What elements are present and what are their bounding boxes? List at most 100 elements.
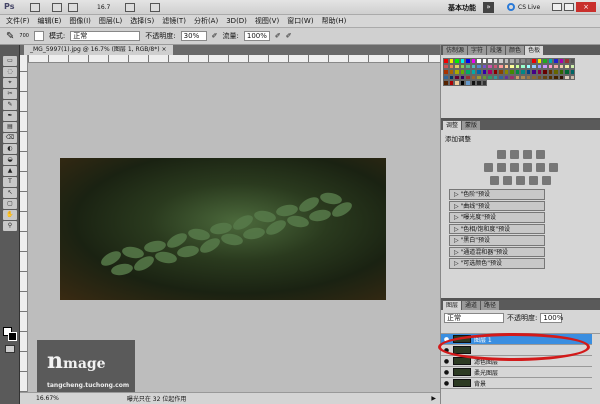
gradient-map-icon[interactable]	[529, 176, 538, 185]
tool-button[interactable]: ⌖	[3, 78, 17, 88]
panel-tab[interactable]: 仿制源	[443, 46, 468, 55]
quick-mask-icon[interactable]	[5, 345, 15, 353]
exposure-icon[interactable]	[535, 150, 545, 159]
screen-mode-icon[interactable]	[150, 3, 160, 12]
panel-tab[interactable]: 调整	[443, 121, 462, 130]
visibility-eye-icon[interactable]: ●	[443, 358, 450, 365]
preset-item[interactable]: ▷ "色阶"预设	[449, 189, 545, 200]
status-arrow-icon[interactable]: ▶	[431, 395, 436, 402]
tool-button[interactable]: ▢	[3, 199, 17, 209]
blend-mode-select[interactable]: 正常	[444, 313, 504, 323]
zoom-level-dropdown[interactable]: 16.7	[97, 4, 110, 11]
document-canvas-image[interactable]	[60, 158, 386, 300]
tool-button[interactable]: ✋	[3, 210, 17, 220]
menu-item[interactable]: 分析(A)	[194, 16, 218, 26]
brush-tool-icon[interactable]: ✎	[6, 31, 14, 42]
tool-button[interactable]: ◌	[3, 67, 17, 77]
arrange-documents-icon[interactable]	[125, 3, 135, 12]
tool-button[interactable]: ◒	[3, 155, 17, 165]
invert-icon[interactable]	[490, 176, 499, 185]
menu-item[interactable]: 视图(V)	[255, 16, 279, 26]
layer-row[interactable]: ● 背景	[441, 378, 592, 389]
menu-item[interactable]: 滤镜(T)	[162, 16, 186, 26]
menu-bar: 文件(F) 编辑(E) 图像(I) 图层(L) 选择(S) 滤镜(T) 分析(A) 3D(D)…	[0, 15, 600, 28]
channel-mixer-icon[interactable]	[548, 163, 558, 172]
panel-tab[interactable]: 字符	[468, 46, 487, 55]
document-title: _MG_5997(1).jpg @ 16.7% (图层 1, RGB/8*)	[30, 46, 160, 53]
tablet-pressure-icon[interactable]: ✐	[286, 32, 292, 40]
workspace-expand-icon[interactable]: »	[483, 2, 494, 13]
menu-item[interactable]: 图层(L)	[99, 16, 122, 26]
menu-item[interactable]: 图像(I)	[69, 16, 91, 26]
tool-button[interactable]: ✎	[3, 100, 17, 110]
menu-item[interactable]: 编辑(E)	[38, 16, 62, 26]
menu-item[interactable]: 3D(D)	[226, 17, 247, 25]
curves-icon[interactable]	[522, 150, 532, 159]
swatch[interactable]	[569, 74, 575, 80]
flow-input[interactable]: 100%	[243, 31, 270, 41]
airbrush-pressure-icon[interactable]: ✐	[212, 32, 218, 40]
menu-item[interactable]: 帮助(H)	[322, 16, 347, 26]
panel-tab[interactable]: 蒙版	[462, 121, 481, 130]
leaf-shape	[154, 250, 178, 265]
swatch[interactable]	[481, 80, 487, 86]
bridge-icon[interactable]	[30, 3, 40, 12]
layer-row[interactable]: ● 柔光图层	[441, 367, 592, 378]
layer-opacity-input[interactable]: 100%	[540, 313, 563, 323]
color-balance-icon[interactable]	[509, 163, 519, 172]
panel-tab[interactable]: 段落	[487, 46, 506, 55]
restore-button[interactable]	[564, 3, 574, 11]
black-white-icon[interactable]	[522, 163, 532, 172]
airbrush-icon[interactable]: ✐	[275, 32, 281, 40]
document-tab[interactable]: _MG_5997(1).jpg @ 16.7% (图层 1, RGB/8*) ×	[24, 45, 173, 55]
visibility-eye-icon[interactable]: ●	[443, 369, 450, 376]
close-document-icon[interactable]: ×	[162, 46, 167, 53]
threshold-icon[interactable]	[516, 176, 525, 185]
brush-size-picker[interactable]: 700	[19, 33, 29, 39]
menu-item[interactable]: 文件(F)	[6, 16, 30, 26]
preset-item[interactable]: ▷ "可选颜色"预设	[449, 258, 545, 269]
vibrance-icon[interactable]	[483, 163, 493, 172]
mini-bridge-icon[interactable]	[52, 3, 62, 12]
panel-tab[interactable]: 图层	[443, 301, 462, 310]
tool-button[interactable]: T	[3, 177, 17, 187]
cs-live-button[interactable]: CS Live	[518, 4, 540, 11]
adjustments-panel: 调整 蒙版 添加调整 ▷ "色阶"预设 ▷ "曲线"预设 ▷ "曝光度"预设 ▷ "色相…	[441, 120, 600, 300]
panel-tab[interactable]: 颜色	[506, 46, 525, 55]
menu-item[interactable]: 选择(S)	[130, 16, 154, 26]
tool-button[interactable]: ↖	[3, 188, 17, 198]
tool-button[interactable]: ◐	[3, 144, 17, 154]
tool-button[interactable]: ▭	[3, 56, 17, 66]
hue-saturation-icon[interactable]	[496, 163, 506, 172]
close-button[interactable]: ×	[576, 2, 596, 12]
menu-item[interactable]: 窗口(W)	[287, 16, 313, 26]
preset-item[interactable]: ▷ "通道混和器"预设	[449, 246, 545, 257]
visibility-eye-icon[interactable]: ●	[443, 380, 450, 387]
panel-tab[interactable]: 色板	[525, 46, 544, 55]
view-extras-icon[interactable]	[68, 3, 78, 12]
opacity-input[interactable]: 30%	[180, 31, 207, 41]
preset-item[interactable]: ▷ "黑白"预设	[449, 235, 545, 246]
preset-item[interactable]: ▷ "色相/饱和度"预设	[449, 223, 545, 234]
selective-color-icon[interactable]	[542, 176, 551, 185]
minimize-button[interactable]	[552, 3, 562, 11]
tool-button[interactable]: ⌫	[3, 133, 17, 143]
posterize-icon[interactable]	[503, 176, 512, 185]
workspace-label[interactable]: 基本功能	[448, 3, 476, 13]
brightness-icon[interactable]	[496, 150, 506, 159]
panel-tab[interactable]: 路径	[481, 301, 500, 310]
mode-select[interactable]: 正常	[70, 31, 141, 41]
background-color-swatch[interactable]	[8, 332, 17, 341]
tool-button[interactable]: ▤	[3, 122, 17, 132]
preset-item[interactable]: ▷ "曲线"预设	[449, 200, 545, 211]
tool-button[interactable]: ✂	[3, 89, 17, 99]
tool-button[interactable]: ▲	[3, 166, 17, 176]
tool-button[interactable]: ⚲	[3, 221, 17, 231]
brush-panel-toggle-icon[interactable]	[33, 31, 44, 41]
panel-tab[interactable]: 通道	[462, 301, 481, 310]
preset-item[interactable]: ▷ "曝光度"预设	[449, 212, 545, 223]
tool-button[interactable]: ✒	[3, 111, 17, 121]
status-zoom[interactable]: 16.67%	[36, 395, 59, 402]
photo-filter-icon[interactable]	[535, 163, 545, 172]
levels-icon[interactable]	[509, 150, 519, 159]
